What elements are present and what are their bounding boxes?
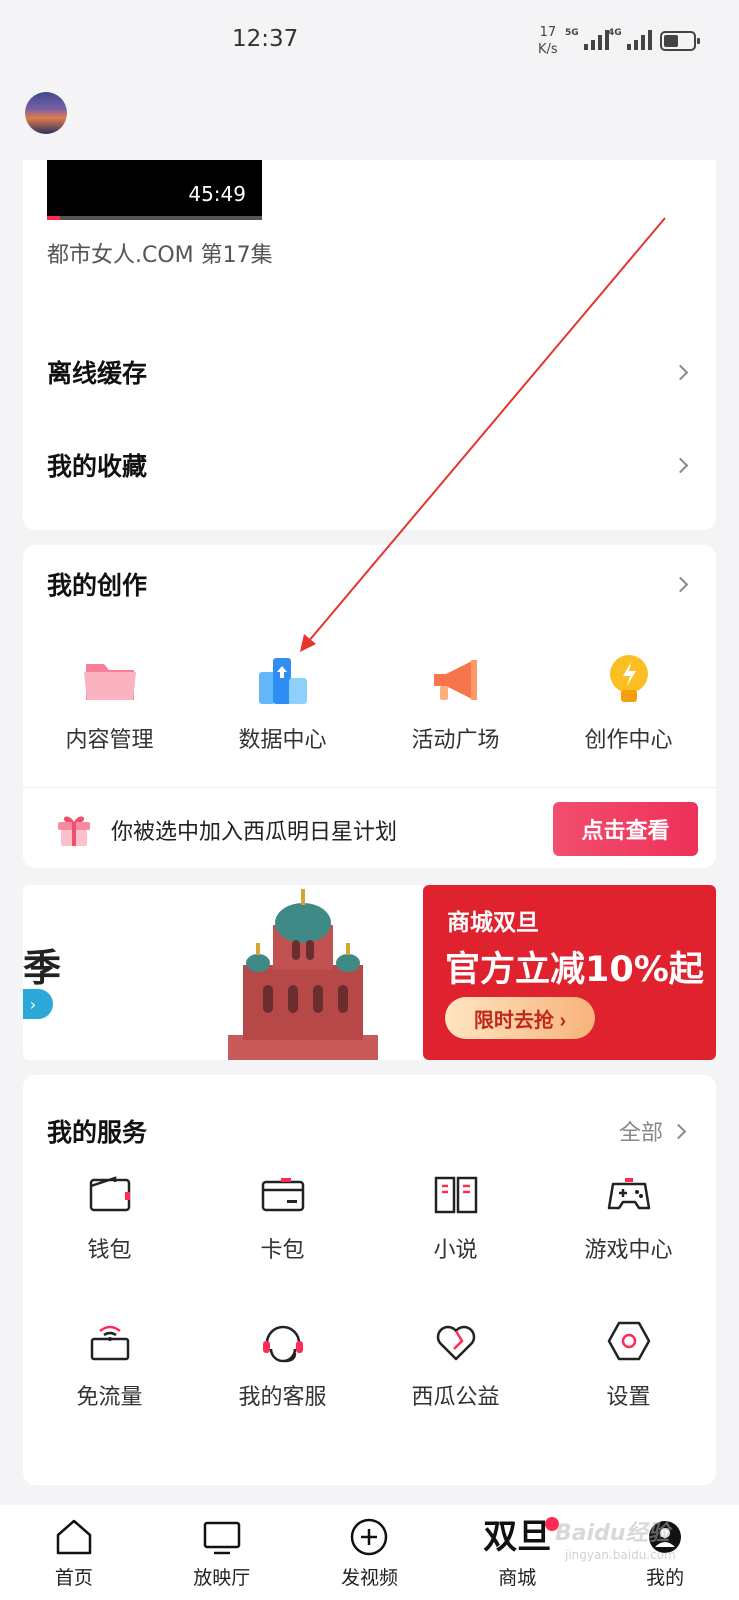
nav-label: 我的	[646, 1567, 685, 1589]
grab-now-button[interactable]: 限时去抢 ›	[445, 997, 595, 1039]
svc-label: 游戏中心	[584, 1238, 673, 1263]
banner-arrow-icon: ›	[23, 989, 53, 1019]
network-speed: 17 K/s	[538, 24, 558, 58]
grid-label: 活动广场	[411, 728, 500, 753]
favorites-label: 我的收藏	[47, 452, 148, 481]
creation-center-item[interactable]: 创作中心	[542, 650, 715, 760]
nav-label: 发视频	[340, 1567, 398, 1589]
status-time: 12:37	[232, 26, 299, 52]
signal-4g-icon: 4G	[608, 28, 652, 50]
settings-item[interactable]: 设置	[542, 1315, 715, 1411]
data-center-item[interactable]: 数据中心	[196, 650, 369, 760]
grid-label: 内容管理	[65, 728, 154, 753]
customer-service-item[interactable]: 我的客服	[196, 1315, 369, 1411]
activity-square-item[interactable]: 活动广场	[369, 650, 542, 760]
video-duration: 45:49	[188, 182, 246, 206]
folder-icon	[83, 664, 136, 700]
nav-theater[interactable]: 放映厅	[148, 1505, 296, 1600]
gift-icon	[58, 816, 90, 846]
watermark: Baidu经验	[555, 1521, 670, 1546]
promo-banner[interactable]: 季 › 商城双旦 官方立减10%起 限时去抢 ›	[23, 885, 716, 1060]
novel-item[interactable]: 小说	[369, 1168, 542, 1264]
avatar[interactable]	[25, 92, 67, 134]
headset-icon	[262, 1325, 303, 1363]
nav-label: 放映厅	[193, 1567, 251, 1589]
content-management-item[interactable]: 内容管理	[23, 650, 196, 760]
home-icon	[56, 1519, 92, 1555]
offline-cache-label: 离线缓存	[47, 359, 148, 388]
nav-home[interactable]: 首页	[0, 1505, 148, 1600]
gamepad-icon	[607, 1178, 650, 1210]
services-row-1: 钱包 卡包 小说 游戏中心	[23, 1168, 716, 1264]
promo-text: 你被选中加入西瓜明日星计划	[111, 820, 398, 845]
nav-label: 首页	[54, 1567, 93, 1589]
view-button[interactable]: 点击查看	[553, 802, 698, 856]
network-speed-unit: K/s	[538, 42, 558, 57]
mall-promo[interactable]: 商城双旦 官方立减10%起 限时去抢 ›	[423, 885, 716, 1060]
creation-title: 我的创作	[47, 571, 148, 600]
grid-label: 数据中心	[238, 728, 327, 753]
chevron-right-icon	[672, 457, 689, 473]
video-thumbnail[interactable]: 45:49	[47, 160, 262, 220]
offline-cache-row[interactable]: 离线缓存	[47, 347, 692, 397]
star-plan-promo: 你被选中加入西瓜明日星计划 点击查看	[23, 788, 716, 868]
battery-icon	[660, 31, 700, 51]
services-title: 我的服务	[47, 1118, 148, 1147]
status-bar: 12:37 17 K/s 5G 4G	[0, 0, 739, 80]
chevron-right-icon	[670, 1123, 687, 1139]
data-center-icon	[258, 658, 307, 704]
wallet-icon	[89, 1176, 130, 1212]
grid-label: 创作中心	[584, 728, 673, 753]
signal-5g-icon: 5G	[565, 28, 609, 50]
network-speed-value: 17	[539, 25, 557, 40]
wallet-item[interactable]: 钱包	[23, 1168, 196, 1264]
services-row-2: 免流量 我的客服 西瓜公益 设置	[23, 1315, 716, 1411]
charity-item[interactable]: 西瓜公益	[369, 1315, 542, 1411]
nav-label: 商城	[498, 1567, 537, 1589]
svc-label: 免流量	[76, 1385, 143, 1410]
services-card: 我的服务 全部 钱包 卡包 小说 游戏中心 免流量 我的客服 西瓜公益 设置	[23, 1075, 716, 1485]
card-icon	[261, 1178, 304, 1212]
banner-left-text: 季	[23, 946, 62, 990]
book-icon	[434, 1176, 477, 1214]
svc-label: 我的客服	[238, 1385, 327, 1410]
free-data-icon	[90, 1325, 129, 1361]
svc-label: 钱包	[87, 1238, 132, 1263]
all-label: 全部	[618, 1121, 663, 1146]
watermark-sub: jingyan.baidu.com	[565, 1548, 676, 1562]
free-data-item[interactable]: 免流量	[23, 1315, 196, 1411]
services-all-link[interactable]: 全部	[619, 1115, 690, 1147]
mall-discount-text: 官方立减10%起	[445, 950, 704, 990]
tv-icon	[203, 1521, 240, 1555]
video-progress-fill	[47, 216, 60, 220]
chevron-right-icon	[672, 364, 689, 380]
svc-label: 卡包	[260, 1238, 305, 1263]
history-card: 45:49 都市女人.COM 第17集 离线缓存 我的收藏	[23, 160, 716, 530]
lightbulb-icon	[609, 655, 648, 702]
svc-label: 设置	[606, 1385, 651, 1410]
creation-header-row[interactable]: 我的创作	[47, 559, 692, 609]
favorites-row[interactable]: 我的收藏	[47, 440, 692, 490]
svc-label: 西瓜公益	[411, 1385, 500, 1410]
svc-label: 小说	[433, 1238, 478, 1263]
cathedral-illustration	[228, 889, 378, 1060]
creation-card: 我的创作 内容管理 数据中心 活动广场 创作中心 你被选中加入西瓜明日星计划 点…	[23, 545, 716, 868]
card-wallet-item[interactable]: 卡包	[196, 1168, 369, 1264]
plus-circle-icon	[351, 1518, 388, 1556]
mall-tag: 商城双旦	[447, 910, 539, 936]
settings-icon	[607, 1321, 650, 1361]
megaphone-icon	[433, 660, 477, 700]
video-title[interactable]: 都市女人.COM 第17集	[47, 240, 277, 272]
heart-icon	[436, 1325, 475, 1361]
game-center-item[interactable]: 游戏中心	[542, 1168, 715, 1264]
nav-post-video[interactable]: 发视频	[296, 1505, 444, 1600]
creation-grid: 内容管理 数据中心 活动广场 创作中心	[23, 650, 716, 760]
chevron-right-icon	[672, 576, 689, 592]
mall-logo: 双旦	[483, 1515, 560, 1559]
video-progress-bar	[47, 216, 262, 220]
